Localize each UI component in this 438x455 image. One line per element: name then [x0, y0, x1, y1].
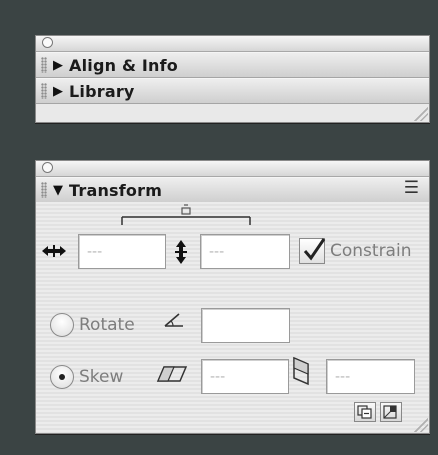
skew-vertical-icon	[293, 356, 309, 386]
panel-title-align-info: Align & Info	[69, 55, 178, 75]
reset-transform-button[interactable]	[380, 402, 402, 422]
panel-header-align-info[interactable]: ▶ Align & Info	[36, 52, 429, 78]
checkmark-icon	[303, 238, 326, 261]
constrain-label: Constrain	[330, 241, 412, 261]
close-icon[interactable]	[42, 37, 53, 48]
skew-horizontal-icon	[156, 366, 188, 382]
copy-and-apply-transform-button[interactable]	[354, 402, 376, 422]
rotate-field[interactable]	[201, 308, 290, 343]
triangle-right-icon[interactable]: ▶	[53, 85, 63, 98]
panel-titlebar[interactable]	[36, 36, 429, 52]
panel-group-top: ▶ Align & Info ▶ Library	[35, 35, 430, 123]
triangle-right-icon[interactable]: ▶	[53, 59, 63, 72]
grip-icon[interactable]	[41, 57, 47, 73]
resize-grip-icon[interactable]	[414, 418, 428, 432]
copy-and-apply-transform-icon	[357, 405, 372, 419]
panel-menu-icon[interactable]: ☰	[404, 180, 419, 197]
link-bracket-icon[interactable]	[120, 204, 252, 226]
panel-header-library[interactable]: ▶ Library	[36, 78, 429, 104]
rotate-radio[interactable]	[50, 313, 74, 337]
panel-title-library: Library	[69, 81, 135, 101]
panel-title-transform: Transform	[69, 180, 163, 200]
height-field[interactable]: ---	[200, 234, 290, 269]
panel-titlebar[interactable]	[36, 161, 429, 177]
width-arrows-icon	[42, 245, 66, 257]
reset-transform-icon	[383, 405, 397, 419]
skew-vertical-field[interactable]: ---	[326, 359, 415, 394]
transform-body: --- --- Constrain Rotate Skew --- ---	[36, 202, 429, 433]
panel-header-transform[interactable]: ▼ Transform ☰	[36, 177, 429, 203]
rotate-label: Rotate	[79, 315, 135, 335]
grip-icon[interactable]	[41, 83, 47, 99]
resize-grip-icon[interactable]	[414, 107, 428, 121]
width-field[interactable]: ---	[78, 234, 166, 269]
rotate-angle-icon	[164, 313, 183, 327]
skew-radio[interactable]	[50, 365, 74, 389]
height-arrows-icon	[175, 240, 187, 264]
skew-horizontal-field[interactable]: ---	[201, 359, 289, 394]
close-icon[interactable]	[42, 162, 53, 173]
constrain-checkbox[interactable]	[299, 238, 326, 264]
triangle-down-icon[interactable]: ▼	[53, 184, 63, 197]
radio-selected-dot	[59, 374, 65, 380]
panel-transform: ▼ Transform ☰ --- --- Constrain Rotate S…	[35, 160, 430, 434]
grip-icon[interactable]	[41, 182, 47, 198]
skew-label: Skew	[79, 367, 124, 387]
